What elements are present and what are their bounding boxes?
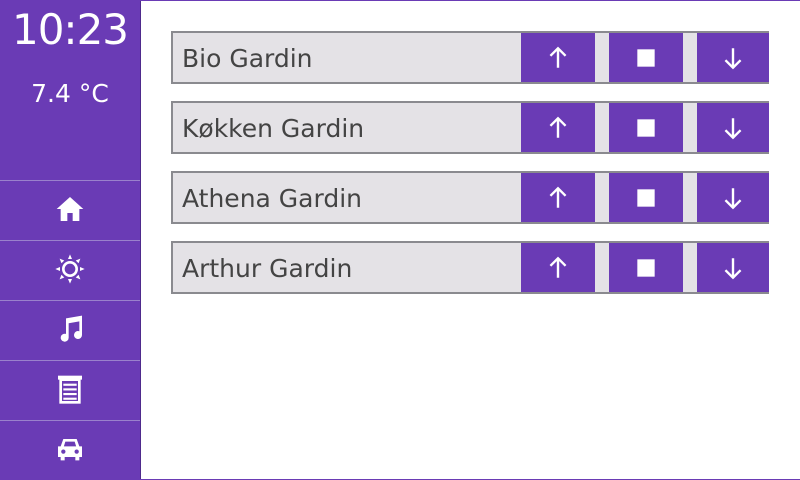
bio-up-button[interactable] [521,33,595,82]
stop-icon [637,118,655,137]
nav-climate[interactable] [0,240,140,300]
arrow-up-icon [549,186,567,208]
arrow-up-icon [549,46,567,68]
arrow-down-icon [724,117,742,139]
arrow-up-icon [549,116,567,138]
arrow-down-icon [724,47,742,69]
stop-icon [637,258,655,277]
nav-music[interactable] [0,300,140,360]
blinds-icon [54,373,86,409]
kokken-up-button[interactable] [521,103,595,152]
curtain-row-bio: Bio Gardin [171,31,769,84]
curtain-label: Bio Gardin [182,44,313,73]
curtain-label: Arthur Gardin [182,254,353,283]
curtain-label: Køkken Gardin [182,114,365,143]
nav-blinds[interactable] [0,360,140,420]
bio-down-button[interactable] [697,33,769,82]
sun-settings-icon [54,253,86,289]
kokken-down-button[interactable] [697,103,769,152]
stop-icon [637,48,655,67]
bio-stop-button[interactable] [609,33,683,82]
car-icon [54,433,86,469]
kokken-stop-button[interactable] [609,103,683,152]
arthur-stop-button[interactable] [609,243,683,292]
nav-menu [0,180,140,480]
arrow-down-icon [724,257,742,279]
arthur-down-button[interactable] [697,243,769,292]
music-icon [54,313,86,349]
sidebar: 10:23 7.4 °C [0,0,140,480]
arrow-up-icon [549,256,567,278]
athena-down-button[interactable] [697,173,769,222]
curtain-panel: Bio Gardin Køkken Gardin Athena Gardin A… [140,1,800,479]
clock-time: 10:23 [11,5,129,54]
nav-car[interactable] [0,420,140,480]
nav-home[interactable] [0,180,140,240]
athena-stop-button[interactable] [609,173,683,222]
curtain-row-kokken: Køkken Gardin [171,101,769,154]
curtain-row-arthur: Arthur Gardin [171,241,769,294]
home-icon [54,193,86,229]
arthur-up-button[interactable] [521,243,595,292]
curtain-row-athena: Athena Gardin [171,171,769,224]
temperature-readout: 7.4 °C [31,79,109,108]
stop-icon [637,188,655,207]
curtain-label: Athena Gardin [182,184,362,213]
arrow-down-icon [724,187,742,209]
athena-up-button[interactable] [521,173,595,222]
